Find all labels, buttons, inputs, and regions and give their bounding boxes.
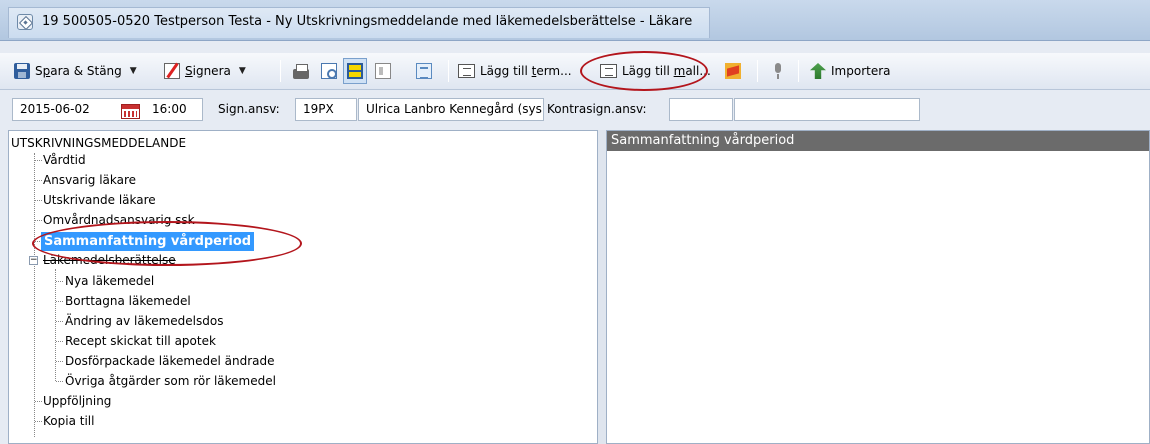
preview-icon <box>321 63 337 79</box>
app-icon <box>17 14 33 30</box>
calendar-icon[interactable] <box>121 104 140 119</box>
sign-label: Signera <box>185 64 231 78</box>
add-term-label: Lägg till term... <box>480 64 572 78</box>
toolbar-separator <box>798 60 799 82</box>
tree-line <box>35 200 42 201</box>
tree-root[interactable]: UTSKRIVNINGSMEDDELANDE <box>11 136 186 150</box>
flag-button[interactable] <box>725 58 746 84</box>
time-field[interactable]: 16:00 <box>145 98 203 121</box>
dictation-button[interactable] <box>773 58 788 84</box>
tree-item-recept-skickat[interactable]: Recept skickat till apotek <box>65 333 216 350</box>
window-title: 19 500505-0520 Testperson Testa - Ny Uts… <box>42 14 693 29</box>
tree-item-lakemedelsberattelse[interactable]: Läkemedelsberättelse <box>43 252 176 269</box>
import-icon <box>810 63 826 79</box>
tree-item-ansvarig-lakare[interactable]: Ansvarig läkare <box>43 172 136 189</box>
tree-line <box>55 269 56 381</box>
tree-line <box>35 421 42 422</box>
view-button-2[interactable] <box>375 58 396 84</box>
countersign-code-field[interactable] <box>669 98 733 121</box>
title-bar: 19 500505-0520 Testperson Testa - Ny Uts… <box>0 0 1150 41</box>
section-tree: UTSKRIVNINGSMEDDELANDE Vårdtid Ansvarig … <box>8 130 598 444</box>
flag-icon <box>725 63 741 79</box>
section-header: Sammanfattning vårdperiod <box>607 131 1149 151</box>
tree-item-uppfoljning[interactable]: Uppföljning <box>43 393 111 410</box>
tree-line <box>56 381 63 382</box>
add-template-button[interactable]: Lägg till mall... <box>600 58 711 84</box>
toolbar-separator <box>757 60 758 82</box>
view-icon <box>375 63 391 79</box>
view-icon <box>347 63 363 79</box>
sign-name-field[interactable]: Ulrica Lanbro Kennegård (sys. <box>358 98 544 121</box>
view-button-active[interactable] <box>343 58 367 84</box>
chevron-down-icon[interactable]: ▼ <box>239 66 246 76</box>
add-template-icon <box>600 64 617 78</box>
sign-code-value: 19PX <box>303 102 334 116</box>
header-fields: 2015-06-02 16:00 Sign.ansv: 19PX Ulrica … <box>0 95 1150 127</box>
tree-line <box>56 301 63 302</box>
tree-line <box>56 281 63 282</box>
sign-code-field[interactable]: 19PX <box>295 98 357 121</box>
toolbar: Spara & Stäng ▼ Signera ▼ Lägg till term… <box>0 53 1150 90</box>
tree-item-omvardnadsansvarig-ssk[interactable]: Omvårdnadsansvarig ssk <box>43 212 195 229</box>
print-icon <box>293 64 309 79</box>
import-button[interactable]: Importera <box>810 58 891 84</box>
sign-name-value: Ulrica Lanbro Kennegård (sys. <box>366 102 544 116</box>
tree-line <box>35 180 42 181</box>
toolbar-separator <box>280 60 281 82</box>
tree-item-utskrivande-lakare[interactable]: Utskrivande läkare <box>43 192 156 209</box>
tree-line <box>56 321 63 322</box>
save-close-button[interactable]: Spara & Stäng ▼ <box>14 58 137 84</box>
tree-item-andring-av-lakemedelsdos[interactable]: Ändring av läkemedelsdos <box>65 313 223 330</box>
countersign-name-field[interactable] <box>734 98 920 121</box>
add-term-icon <box>458 64 475 78</box>
sign-icon <box>164 63 180 79</box>
tree-line <box>56 341 63 342</box>
tree-item-ovriga-atgarder[interactable]: Övriga åtgärder som rör läkemedel <box>65 373 276 390</box>
tree-item-dosforpackade-lakemedel[interactable]: Dosförpackade läkemedel ändrade <box>65 353 274 370</box>
time-value: 16:00 <box>152 102 187 116</box>
chevron-down-icon[interactable]: ▼ <box>130 66 137 76</box>
date-value: 2015-06-02 <box>20 102 90 116</box>
tree-item-kopia-till[interactable]: Kopia till <box>43 413 94 430</box>
tree-line <box>35 160 42 161</box>
tree-line <box>34 153 35 437</box>
editor-pane[interactable]: Sammanfattning vårdperiod <box>606 130 1150 444</box>
tree-item-vardtid[interactable]: Vårdtid <box>43 152 86 169</box>
tree-line <box>35 401 42 402</box>
sign-button[interactable]: Signera ▼ <box>164 58 246 84</box>
add-template-label: Lägg till mall... <box>622 64 711 78</box>
tree-item-borttagna-lakemedel[interactable]: Borttagna läkemedel <box>65 293 191 310</box>
toolbar-separator <box>448 60 449 82</box>
tree-line <box>35 220 42 221</box>
tree-line <box>56 361 63 362</box>
collapse-icon[interactable]: − <box>29 256 38 265</box>
sign-label: Sign.ansv: <box>218 102 280 116</box>
view-button-3[interactable] <box>416 58 437 84</box>
print-button[interactable] <box>293 58 314 84</box>
pane-splitter[interactable] <box>598 130 606 444</box>
import-label: Importera <box>831 64 891 78</box>
add-term-button[interactable]: Lägg till term... <box>458 58 572 84</box>
microphone-icon <box>773 63 783 79</box>
tree-item-nya-lakemedel[interactable]: Nya läkemedel <box>65 273 154 290</box>
preview-button[interactable] <box>321 58 342 84</box>
tree-item-sammanfattning-vardperiod[interactable]: Sammanfattning vårdperiod <box>41 232 255 251</box>
countersign-label: Kontrasign.ansv: <box>547 102 647 116</box>
save-close-label: Spara & Stäng <box>35 64 122 78</box>
save-icon <box>14 63 30 79</box>
view-icon <box>416 63 432 79</box>
